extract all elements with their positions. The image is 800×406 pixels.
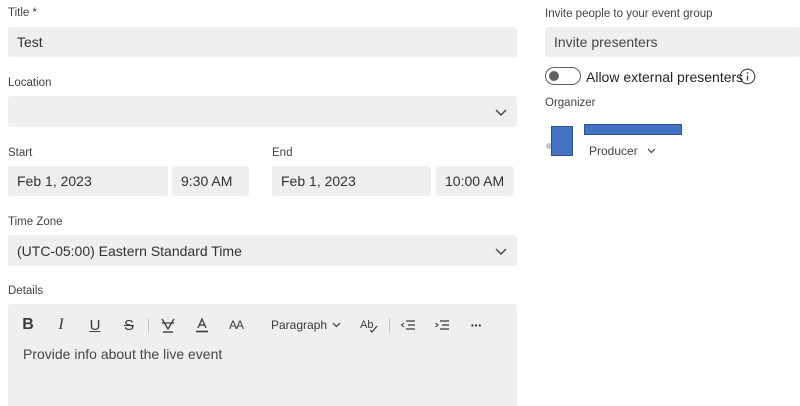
chevron-down-icon: [647, 148, 656, 154]
invite-label: Invite people to your event group: [545, 8, 713, 20]
allow-external-toggle[interactable]: [545, 67, 581, 85]
timezone-value: (UTC-05:00) Eastern Standard Time: [17, 242, 242, 259]
italic-icon[interactable]: I: [53, 316, 69, 334]
spell-check-icon[interactable]: Ab: [359, 316, 379, 334]
avatar: [551, 126, 573, 156]
end-label: End: [272, 147, 293, 159]
invite-presenters-placeholder: Invite presenters: [554, 34, 658, 50]
increase-indent-icon[interactable]: [434, 316, 450, 334]
role-dropdown[interactable]: Producer: [589, 144, 656, 158]
start-time-input[interactable]: 9:30 AM: [172, 166, 249, 196]
chevron-down-icon: [332, 322, 341, 328]
highlight-icon[interactable]: [159, 316, 177, 334]
paragraph-dropdown[interactable]: Paragraph: [271, 316, 341, 334]
role-label: Producer: [589, 144, 638, 158]
organizer-name-redacted: [584, 124, 682, 135]
allow-external-label: Allow external presenters: [586, 69, 744, 85]
underline-icon[interactable]: U: [87, 316, 103, 334]
toggle-knob: [549, 71, 559, 81]
title-label: Title *: [8, 7, 37, 19]
toolbar-divider: [389, 318, 390, 333]
font-color-icon[interactable]: [193, 316, 211, 334]
organizer-label: Organizer: [545, 97, 596, 109]
bold-icon[interactable]: B: [20, 316, 36, 334]
chevron-down-icon: [495, 248, 507, 255]
timezone-label: Time Zone: [8, 216, 63, 228]
strikethrough-icon[interactable]: S: [121, 316, 137, 334]
paragraph-label: Paragraph: [271, 318, 328, 332]
decrease-indent-icon[interactable]: [400, 316, 416, 334]
end-time-input[interactable]: 10:00 AM: [436, 166, 514, 196]
toolbar-divider: [148, 318, 149, 333]
more-options-icon[interactable]: ···: [467, 316, 485, 334]
invite-presenters-input[interactable]: Invite presenters: [545, 27, 800, 57]
start-date-value: Feb 1, 2023: [17, 173, 92, 189]
font-size-icon[interactable]: AA: [226, 316, 246, 334]
timezone-select[interactable]: (UTC-05:00) Eastern Standard Time: [8, 235, 517, 266]
details-placeholder: Provide info about the live event: [23, 346, 223, 362]
end-time-value: 10:00 AM: [445, 173, 505, 189]
chevron-down-icon: [495, 109, 507, 116]
start-time-value: 9:30 AM: [181, 173, 233, 189]
start-date-input[interactable]: Feb 1, 2023: [8, 166, 168, 196]
location-select[interactable]: [8, 96, 517, 127]
location-label: Location: [8, 77, 52, 89]
title-input[interactable]: Test: [8, 27, 517, 57]
end-date-value: Feb 1, 2023: [281, 173, 356, 189]
end-date-input[interactable]: Feb 1, 2023: [272, 166, 431, 196]
details-label: Details: [8, 285, 44, 297]
info-icon[interactable]: [739, 68, 756, 85]
title-value: Test: [17, 34, 43, 50]
svg-text:Ab: Ab: [360, 319, 373, 331]
start-label: Start: [8, 147, 33, 159]
